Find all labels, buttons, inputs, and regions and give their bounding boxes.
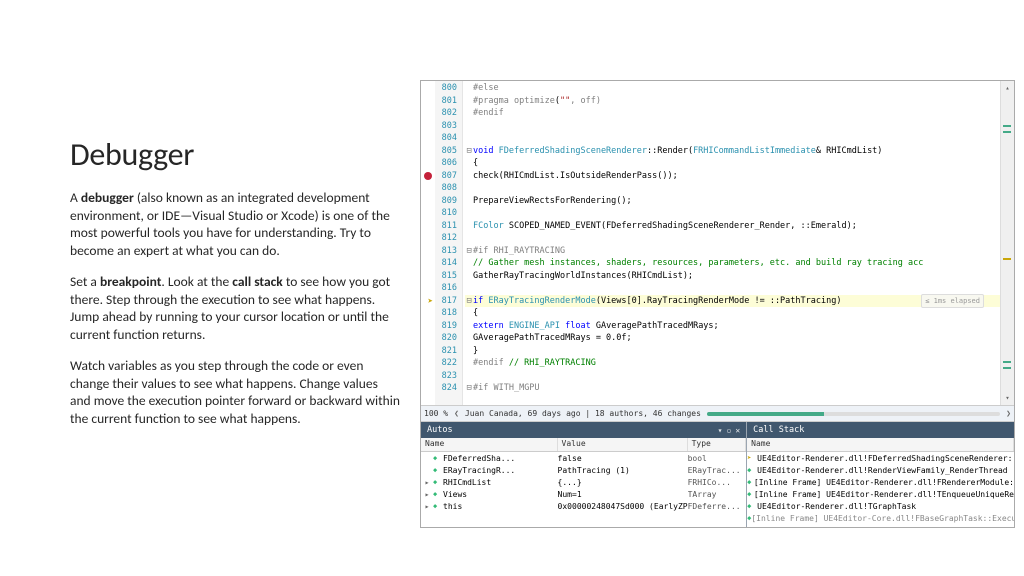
callstack-row[interactable]: ◆[Inline Frame] UE4Editor-Renderer.dll!F… bbox=[747, 476, 1014, 488]
code-line[interactable]: FColor SCOPED_NAMED_EVENT(FDeferredShadi… bbox=[465, 220, 1000, 233]
autos-panel: Autos ▾ ▫ ✕ Name Value Type ◆FDeferredSh… bbox=[421, 422, 747, 527]
code-line[interactable]: #else bbox=[465, 82, 1000, 95]
code-line[interactable]: ⊟#if RHI_RAYTRACING bbox=[465, 245, 1000, 258]
code-line[interactable]: { bbox=[465, 157, 1000, 170]
frame-icon: ◆ bbox=[747, 478, 754, 486]
code-line[interactable]: extern ENGINE_API float GAveragePathTrac… bbox=[465, 320, 1000, 333]
code-line[interactable] bbox=[465, 120, 1000, 133]
code-line[interactable]: #endif // RHI_RAYTRACING bbox=[465, 357, 1000, 370]
panel-dropdown-icon[interactable]: ▾ bbox=[718, 426, 723, 435]
callstack-row[interactable]: ◆UE4Editor-Renderer.dll!RenderViewFamily… bbox=[747, 464, 1014, 476]
autos-col-type[interactable]: Type bbox=[688, 438, 747, 451]
code-line[interactable]: } bbox=[465, 345, 1000, 358]
fold-icon[interactable]: ⊟ bbox=[465, 145, 473, 158]
variable-icon: ◆ bbox=[433, 490, 443, 498]
code-line[interactable]: PrepareViewRectsForRendering(); bbox=[465, 195, 1000, 208]
paragraph-2: Set a breakpoint. Look at the call stack… bbox=[70, 273, 400, 343]
code-line[interactable] bbox=[465, 282, 1000, 295]
frame-icon: ➤ bbox=[747, 454, 757, 462]
code-line[interactable]: // Gather mesh instances, shaders, resou… bbox=[465, 257, 1000, 270]
code-line[interactable]: GatherRayTracingWorldInstances(RHICmdLis… bbox=[465, 270, 1000, 283]
blame-info[interactable]: Juan Canada, 69 days ago | 18 authors, 4… bbox=[465, 409, 701, 418]
code-line[interactable]: { bbox=[465, 307, 1000, 320]
fold-icon[interactable]: ⊟ bbox=[465, 382, 473, 395]
frame-icon: ◆ bbox=[747, 502, 757, 510]
code-line[interactable]: check(RHICmdList.IsOutsideRenderPass()); bbox=[465, 170, 1000, 183]
callstack-row[interactable]: ◆[Inline Frame] UE4Editor-Renderer.dll!T… bbox=[747, 488, 1014, 500]
scroll-up-icon[interactable]: ▴ bbox=[1001, 81, 1014, 95]
code-line[interactable]: GAveragePathTracedMRays = 0.0f; bbox=[465, 332, 1000, 345]
expand-icon[interactable]: ▸ bbox=[421, 502, 433, 511]
callstack-row[interactable]: ➤UE4Editor-Renderer.dll!FDeferredShading… bbox=[747, 452, 1014, 464]
page-title: Debugger bbox=[70, 135, 400, 174]
ide-window: 8008018028038048058068078088098108118128… bbox=[420, 80, 1015, 528]
expand-icon[interactable]: ▸ bbox=[421, 478, 433, 487]
autos-row[interactable]: ▸◆ViewsNum=1TArray bbox=[421, 488, 746, 500]
breakpoint-icon[interactable] bbox=[424, 172, 432, 180]
expand-icon[interactable]: ▸ bbox=[421, 490, 433, 499]
code-line[interactable] bbox=[465, 370, 1000, 383]
autos-panel-title: Autos bbox=[427, 425, 453, 435]
frame-icon: ◆ bbox=[747, 466, 757, 474]
execution-pointer-icon[interactable]: ➤ bbox=[423, 296, 433, 304]
autos-row[interactable]: ◆FDeferredSha...falsebool bbox=[421, 452, 746, 464]
code-line[interactable]: #pragma optimize("", off) bbox=[465, 95, 1000, 108]
code-line[interactable] bbox=[465, 207, 1000, 220]
callstack-col-name[interactable]: Name bbox=[747, 438, 1014, 451]
panel-pin-icon[interactable]: ▫ bbox=[726, 426, 731, 435]
code-line[interactable] bbox=[465, 232, 1000, 245]
nav-back-icon[interactable]: ❮ bbox=[454, 409, 459, 418]
change-slider[interactable] bbox=[707, 412, 1000, 416]
callstack-row[interactable]: ◆[Inline Frame] UE4Editor-Core.dll!FBase… bbox=[747, 512, 1014, 524]
autos-row[interactable]: ◆ERayTracingR...PathTracing (1)ERayTrac.… bbox=[421, 464, 746, 476]
autos-row[interactable]: ▸◆RHICmdList{...}FRHICo... bbox=[421, 476, 746, 488]
scroll-down-icon[interactable]: ▾ bbox=[1001, 391, 1014, 405]
panel-close-icon[interactable]: ✕ bbox=[735, 426, 740, 435]
variable-icon: ◆ bbox=[433, 454, 443, 462]
callstack-row[interactable]: ◆UE4Editor-Renderer.dll!TGraphTask bbox=[747, 500, 1014, 512]
autos-col-name[interactable]: Name bbox=[421, 438, 558, 451]
code-line[interactable]: #endif bbox=[465, 107, 1000, 120]
zoom-level[interactable]: 100 % bbox=[424, 409, 448, 418]
variable-icon: ◆ bbox=[433, 502, 443, 510]
variable-icon: ◆ bbox=[433, 466, 443, 474]
paragraph-3: Watch variables as you step through the … bbox=[70, 357, 400, 427]
code-line[interactable] bbox=[465, 182, 1000, 195]
nav-forward-icon[interactable]: ❯ bbox=[1006, 409, 1011, 418]
code-line[interactable] bbox=[465, 132, 1000, 145]
autos-col-value[interactable]: Value bbox=[558, 438, 688, 451]
fold-icon[interactable]: ⊟ bbox=[465, 245, 473, 258]
code-editor[interactable]: #else#pragma optimize("", off)#endif ⊟voi… bbox=[463, 81, 1000, 405]
vertical-scrollbar[interactable]: ▴ ▾ bbox=[1000, 81, 1014, 405]
variable-icon: ◆ bbox=[433, 478, 443, 486]
callstack-panel-title: Call Stack bbox=[753, 425, 804, 435]
fold-icon[interactable]: ⊟ bbox=[465, 295, 473, 308]
code-line[interactable]: ⊟ if ERayTracingRenderMode(Views[0].RayT… bbox=[465, 295, 1000, 308]
perf-tip[interactable]: ≤ 1ms elapsed bbox=[921, 294, 984, 309]
line-number-gutter[interactable]: 8008018028038048058068078088098108118128… bbox=[421, 81, 463, 405]
code-line[interactable]: ⊟#if WITH_MGPU bbox=[465, 382, 1000, 395]
autos-row[interactable]: ▸◆this0x00000248047Sd000 (EarlyZP...FDef… bbox=[421, 500, 746, 512]
paragraph-1: A debugger (also known as an integrated … bbox=[70, 189, 400, 259]
callstack-panel: Call Stack Name ➤UE4Editor-Renderer.dll!… bbox=[747, 422, 1014, 527]
code-line[interactable]: ⊟void FDeferredShadingSceneRenderer::Ren… bbox=[465, 145, 1000, 158]
editor-status-bar: 100 % ❮ Juan Canada, 69 days ago | 18 au… bbox=[421, 405, 1014, 422]
frame-icon: ◆ bbox=[747, 490, 754, 498]
